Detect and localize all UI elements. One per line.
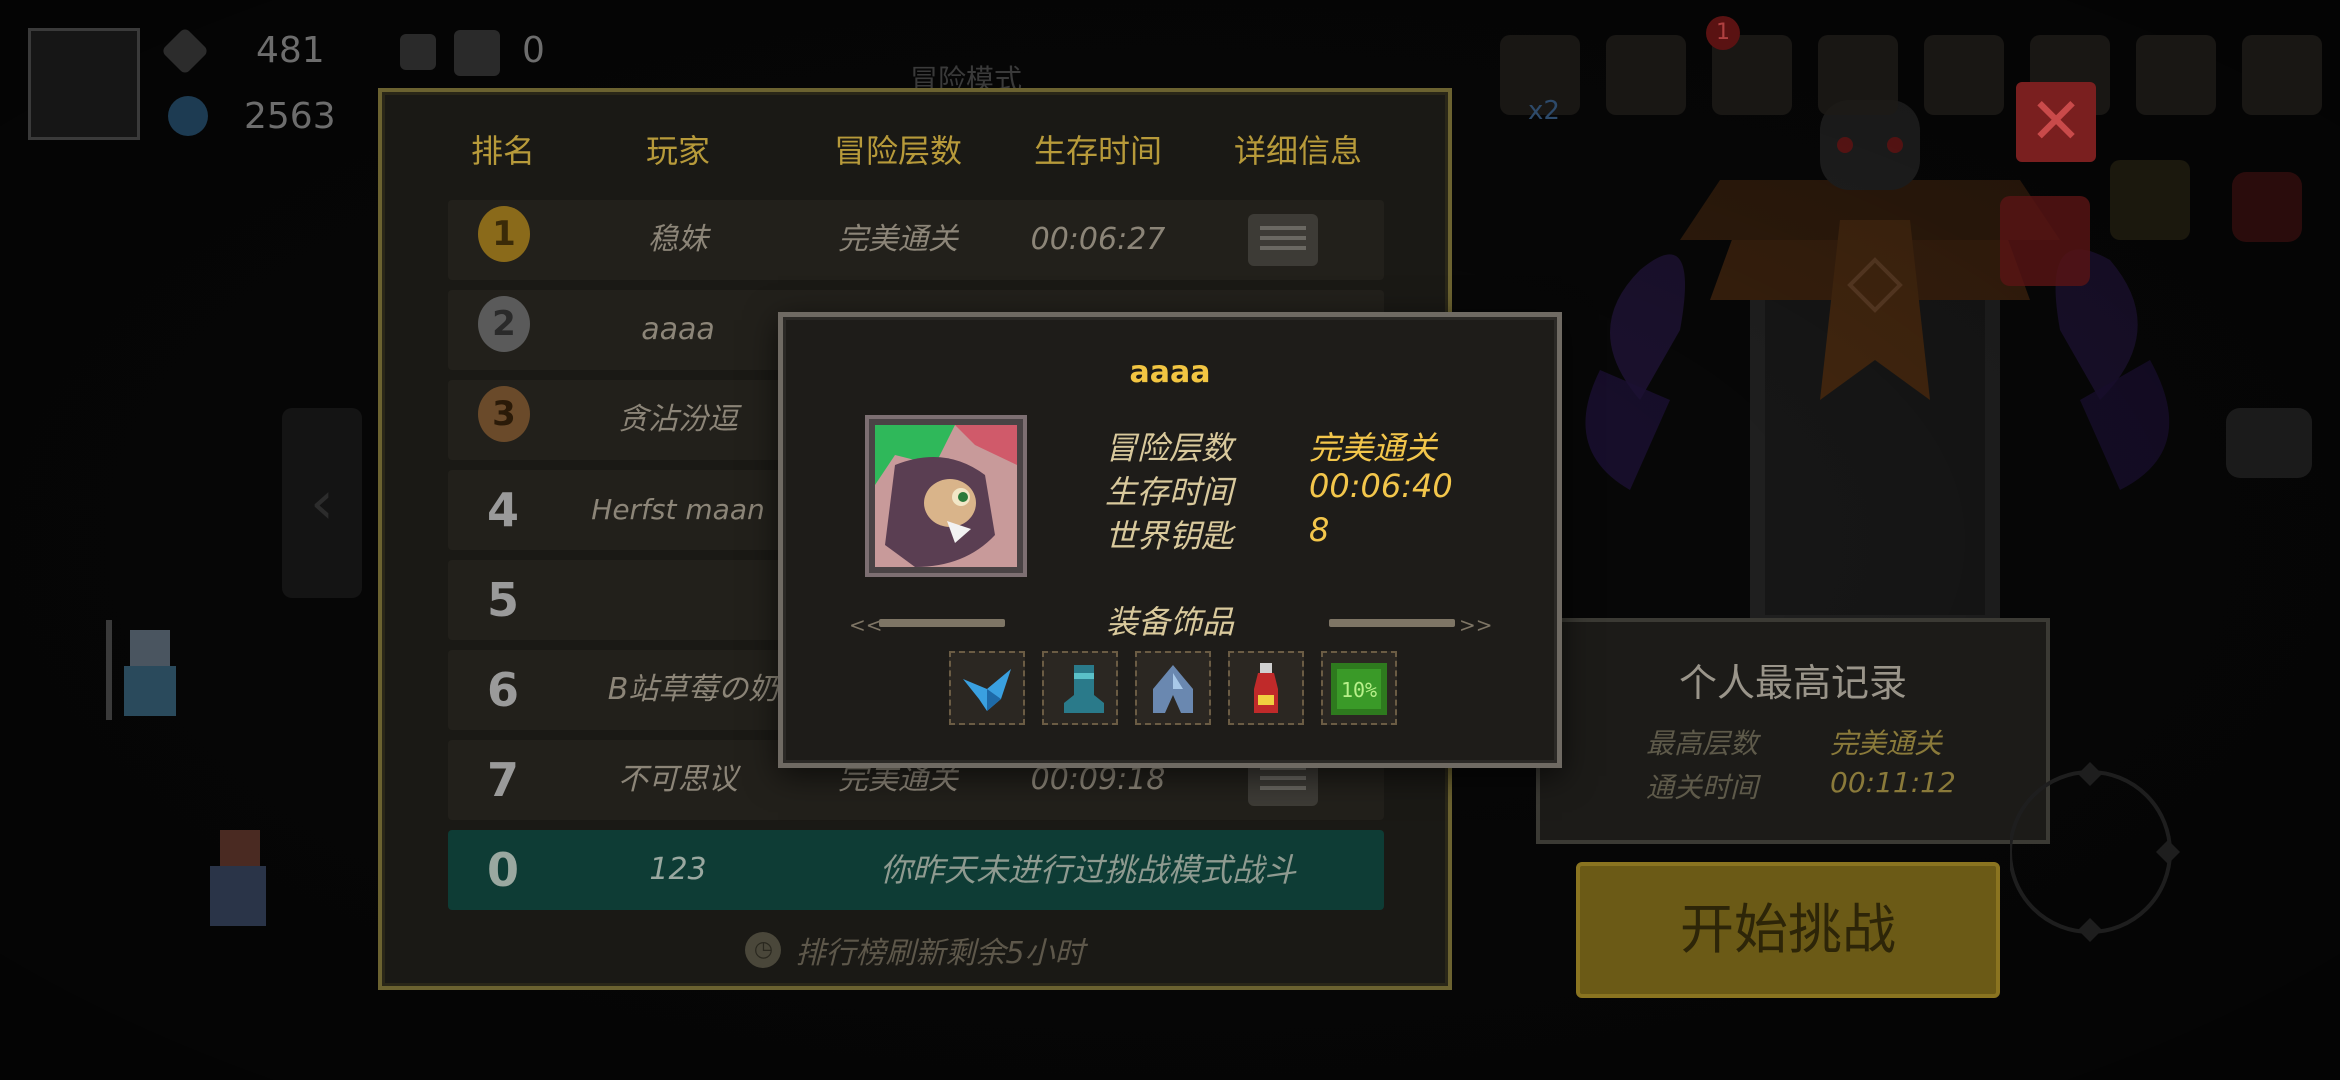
notification-badge: 1 bbox=[1706, 16, 1740, 50]
rank-number: 7 bbox=[486, 753, 519, 807]
clock-icon: ◷ bbox=[745, 932, 782, 968]
rank-number: 6 bbox=[486, 663, 519, 717]
character-icon[interactable] bbox=[2242, 35, 2322, 115]
modal-key-value: 8 bbox=[1309, 511, 1330, 549]
gem-count: 481 bbox=[256, 30, 325, 71]
bronze-medal-icon: 3 bbox=[478, 386, 530, 442]
equip-slot-bird[interactable] bbox=[949, 651, 1025, 725]
divider-right bbox=[1329, 619, 1455, 627]
coin-icon bbox=[168, 96, 208, 136]
close-icon: ✕ bbox=[2029, 85, 2083, 159]
equip-slot-boot[interactable] bbox=[1042, 651, 1118, 725]
player-name: Herfst maan bbox=[591, 493, 765, 526]
modal-player-name: aaaa bbox=[1129, 355, 1211, 390]
gift-icon[interactable] bbox=[1606, 35, 1686, 115]
mail-count: 0 bbox=[522, 30, 545, 71]
player-time: 00:06:27 bbox=[1030, 222, 1166, 257]
modal-time-value: 00:06:40 bbox=[1309, 467, 1453, 505]
rank-number: 4 bbox=[486, 483, 519, 537]
qq-icon[interactable] bbox=[2232, 172, 2302, 242]
gift-box-icon[interactable] bbox=[2110, 160, 2190, 240]
player-floors: 完美通关 bbox=[838, 222, 958, 257]
modal-time-label: 生存时间 bbox=[1105, 473, 1234, 511]
coin-count: 2563 bbox=[244, 96, 336, 137]
leaderboard-header: 排名 玩家 冒险层数 生存时间 详细信息 bbox=[382, 126, 1448, 176]
player-avatar[interactable] bbox=[28, 28, 140, 140]
best-floor-value: 完美通关 bbox=[1830, 727, 1943, 760]
leaderboard-row[interactable]: 1 稳妹 完美通关 00:06:27 bbox=[448, 200, 1384, 280]
player-portrait bbox=[865, 415, 1027, 577]
close-button[interactable]: ✕ bbox=[2016, 82, 2096, 162]
chat-icon[interactable] bbox=[2226, 408, 2312, 478]
refresh-text: 排行榜刷新剩余5小时 bbox=[795, 936, 1085, 971]
best-time-value: 00:11:12 bbox=[1830, 766, 1956, 799]
equip-slot-bonus[interactable]: 10% bbox=[1321, 651, 1397, 725]
player-name: 稳妹 bbox=[648, 222, 708, 257]
best-floor-label: 最高层数 bbox=[1646, 727, 1759, 760]
best-time-label: 通关时间 bbox=[1646, 771, 1759, 804]
gold-medal-icon: 1 bbox=[478, 206, 530, 262]
self-message: 你昨天未进行过挑战模式战斗 bbox=[879, 851, 1296, 889]
previous-arrow-button[interactable]: ‹ bbox=[282, 408, 362, 598]
modal-key-label: 世界钥匙 bbox=[1105, 517, 1234, 555]
npc-wizard-icon bbox=[106, 620, 176, 720]
treasure-chest-icon[interactable] bbox=[2000, 196, 2090, 286]
boot-icon bbox=[1064, 665, 1104, 713]
personal-best-panel: 个人最高记录 最高层数 完美通关 通关时间 00:11:12 bbox=[1536, 618, 2050, 844]
refresh-info: ◷ 排行榜刷新剩余5小时 bbox=[382, 928, 1448, 978]
mail-icon[interactable] bbox=[454, 30, 500, 76]
header-player: 玩家 bbox=[645, 132, 710, 170]
potion-icon bbox=[1254, 663, 1278, 713]
divider-right-end-icon: >> bbox=[1459, 613, 1493, 637]
rank-number: 5 bbox=[486, 573, 519, 627]
self-rank: 0 bbox=[486, 843, 519, 897]
crystal-icon[interactable] bbox=[1924, 35, 2004, 115]
header-floors: 冒险层数 bbox=[833, 132, 962, 170]
chevron-left-icon: ‹ bbox=[310, 468, 334, 538]
modal-floor-value: 完美通关 bbox=[1309, 429, 1438, 467]
start-challenge-button[interactable]: 开始挑战 bbox=[1576, 862, 2000, 998]
header-time: 生存时间 bbox=[1033, 132, 1162, 170]
detail-button[interactable] bbox=[1248, 214, 1318, 266]
player-name: aaaa bbox=[641, 312, 715, 347]
joystick-icon[interactable] bbox=[2010, 742, 2190, 962]
self-row: 0 123 你昨天未进行过挑战模式战斗 bbox=[448, 830, 1384, 910]
player-detail-modal: aaaa 冒险层数 完美通关 生存时间 00:06:40 世界钥匙 8 << 装… bbox=[778, 312, 1562, 768]
header-detail: 详细信息 bbox=[1233, 132, 1362, 170]
equip-slot-potion[interactable] bbox=[1228, 651, 1304, 725]
self-name: 123 bbox=[649, 852, 707, 887]
player-name: 不可思议 bbox=[618, 762, 738, 797]
multiplier-label: x2 bbox=[1528, 96, 1560, 126]
add-icon[interactable] bbox=[400, 34, 436, 70]
blue-bird-icon bbox=[963, 669, 1011, 711]
header-rank: 排名 bbox=[470, 132, 535, 170]
quest-icon[interactable] bbox=[1818, 35, 1898, 115]
equip-slot-armor[interactable] bbox=[1135, 651, 1211, 725]
player-name bbox=[558, 560, 798, 640]
personal-best-title: 个人最高记录 bbox=[1678, 661, 1907, 705]
menu-icon[interactable] bbox=[2136, 35, 2216, 115]
modal-floor-label: 冒险层数 bbox=[1105, 429, 1234, 467]
armor-icon bbox=[1153, 665, 1193, 713]
bonus-percent-text: 10% bbox=[1341, 678, 1377, 702]
silver-medal-icon: 2 bbox=[478, 296, 530, 352]
npc-knight-icon bbox=[210, 830, 266, 926]
character-portrait-icon bbox=[875, 425, 1017, 567]
player-name: 贪沾汾逗 bbox=[618, 402, 738, 437]
top-right-icon-bar bbox=[1500, 20, 2340, 130]
green-ten-percent-icon: 10% bbox=[1331, 663, 1387, 715]
